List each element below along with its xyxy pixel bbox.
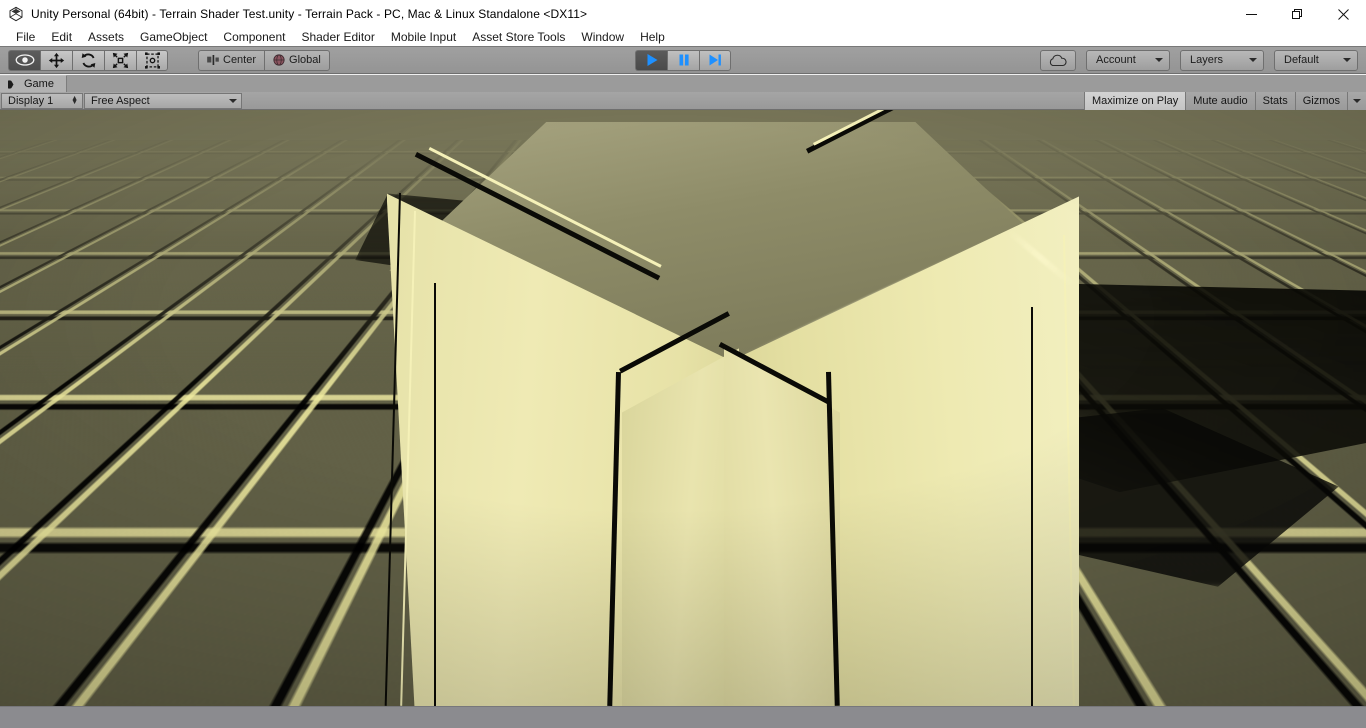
pivot-group: Center Global <box>198 49 330 71</box>
stats-label: Stats <box>1262 94 1288 107</box>
account-dropdown[interactable]: Account <box>1086 49 1170 71</box>
pivot-center-icon <box>207 55 219 65</box>
rect-tool-button[interactable] <box>136 49 168 71</box>
transform-tools-group <box>8 49 168 71</box>
pillar-inner-outline-right <box>1031 306 1033 706</box>
menu-component[interactable]: Component <box>215 29 293 46</box>
menu-window[interactable]: Window <box>573 29 632 46</box>
menu-help[interactable]: Help <box>632 29 673 46</box>
aspect-label: Free Aspect <box>91 94 150 107</box>
chevron-down-icon <box>1155 58 1163 62</box>
menu-bar: File Edit Assets GameObject Component Sh… <box>0 28 1366 46</box>
step-button[interactable] <box>699 49 731 71</box>
step-icon <box>709 54 721 66</box>
window-controls <box>1228 0 1366 28</box>
gizmos-label: Gizmos <box>1302 94 1340 107</box>
unity-editor-window: Unity Personal (64bit) - Terrain Shader … <box>0 0 1366 728</box>
rect-transform-icon <box>144 51 160 69</box>
tab-game-label: Game <box>24 78 54 90</box>
pivot-rotation-button[interactable]: Global <box>264 49 330 71</box>
pivot-mode-label: Center <box>223 54 257 66</box>
globe-icon <box>273 54 285 66</box>
stepper-icon: ▲ ▼ <box>71 94 78 106</box>
playback-group <box>635 49 731 71</box>
tab-game[interactable]: Game <box>0 75 67 92</box>
rotate-arrows-icon <box>81 52 96 68</box>
layers-label: Layers <box>1190 54 1224 66</box>
game-controller-icon <box>8 79 14 89</box>
maximize-button[interactable] <box>1274 0 1320 28</box>
pivot-mode-button[interactable]: Center <box>198 49 265 71</box>
menu-mobile-input[interactable]: Mobile Input <box>383 29 464 46</box>
pause-button[interactable] <box>667 49 699 71</box>
toolbar-right-group: Account Layers Default <box>1040 49 1358 71</box>
menu-asset-store-tools[interactable]: Asset Store Tools <box>464 29 573 46</box>
mute-audio-label: Mute audio <box>1193 94 1248 107</box>
scale-arrows-icon <box>112 52 129 68</box>
pivot-rotation-label: Global <box>289 54 321 66</box>
maximize-on-play-button[interactable]: Maximize on Play <box>1084 91 1186 110</box>
display-dropdown[interactable]: Display 1 ▲ ▼ <box>1 92 83 109</box>
hand-tool-button[interactable] <box>8 49 40 71</box>
pillar-inner-outline-left <box>434 282 436 706</box>
game-viewport[interactable] <box>0 110 1366 706</box>
title-bar: Unity Personal (64bit) - Terrain Shader … <box>0 0 1366 28</box>
central-pillar-object <box>0 110 1366 706</box>
main-toolbar: Center Global Account Layers Default <box>0 46 1366 74</box>
game-view-toolbar-right: Maximize on Play Mute audio Stats Gizmos <box>1084 91 1366 110</box>
menu-shader-editor[interactable]: Shader Editor <box>293 29 382 46</box>
gizmos-dropdown[interactable] <box>1347 91 1366 110</box>
minimize-button[interactable] <box>1228 0 1274 28</box>
play-button[interactable] <box>635 49 667 71</box>
play-icon <box>647 54 657 66</box>
status-bar[interactable] <box>0 706 1366 728</box>
stats-button[interactable]: Stats <box>1254 91 1295 110</box>
account-label: Account <box>1096 54 1136 66</box>
move-arrows-icon <box>48 52 65 68</box>
rotate-tool-button[interactable] <box>72 49 104 71</box>
mute-audio-button[interactable]: Mute audio <box>1185 91 1255 110</box>
aspect-dropdown[interactable]: Free Aspect <box>84 92 242 109</box>
layers-dropdown[interactable]: Layers <box>1180 49 1264 71</box>
window-title: Unity Personal (64bit) - Terrain Shader … <box>31 7 588 21</box>
menu-edit[interactable]: Edit <box>43 29 80 46</box>
scale-tool-button[interactable] <box>104 49 136 71</box>
gizmos-button[interactable]: Gizmos <box>1294 91 1347 110</box>
game-view-toolbar: Display 1 ▲ ▼ Free Aspect Maximize on Pla… <box>0 91 1366 110</box>
pause-icon <box>679 54 689 66</box>
menu-file[interactable]: File <box>8 29 43 46</box>
move-tool-button[interactable] <box>40 49 72 71</box>
maximize-on-play-label: Maximize on Play <box>1092 94 1179 107</box>
layout-dropdown[interactable]: Default <box>1274 49 1358 71</box>
close-button[interactable] <box>1320 0 1366 28</box>
cloud-icon <box>1049 54 1067 66</box>
menu-gameobject[interactable]: GameObject <box>132 29 215 46</box>
menu-assets[interactable]: Assets <box>80 29 132 46</box>
display-label: Display 1 <box>8 94 54 107</box>
layout-label: Default <box>1284 54 1319 66</box>
cloud-button[interactable] <box>1040 49 1076 71</box>
chevron-down-icon <box>1249 58 1257 62</box>
hand-eye-icon <box>15 54 34 66</box>
unity-logo-icon <box>9 6 23 22</box>
chevron-down-icon <box>1353 98 1361 103</box>
chevron-down-icon <box>1343 58 1351 62</box>
chevron-down-icon <box>229 98 237 103</box>
panel-tab-strip: Game <box>0 75 1366 92</box>
